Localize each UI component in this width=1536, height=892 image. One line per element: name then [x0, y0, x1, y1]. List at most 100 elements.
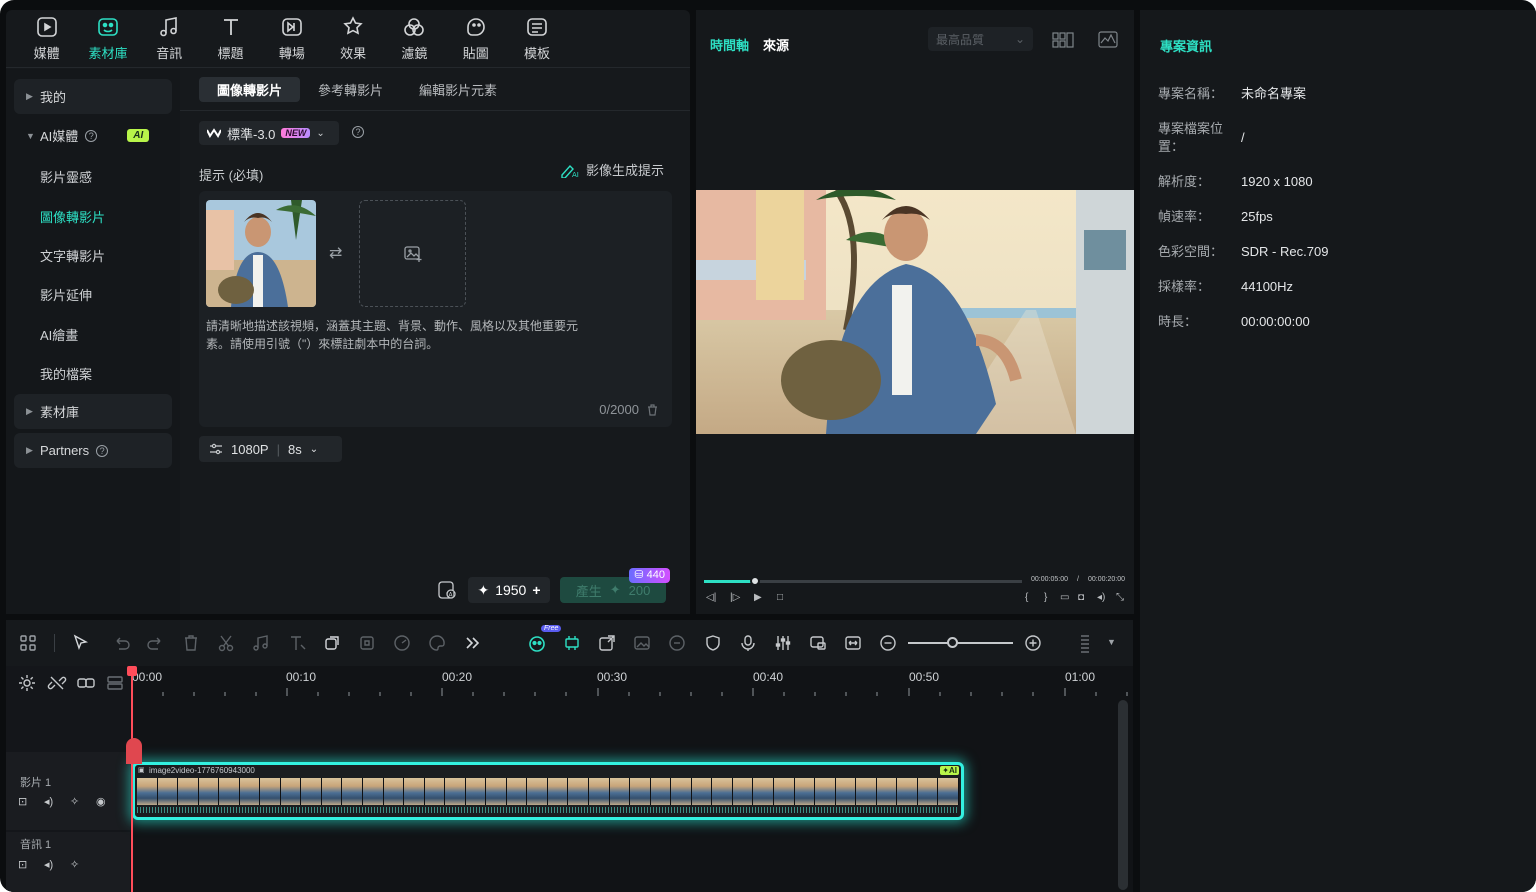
sidebar-sub-my-files[interactable]: 我的檔案 — [40, 364, 92, 383]
unlink-icon[interactable] — [46, 672, 68, 694]
export-frame-icon[interactable] — [596, 632, 618, 654]
prompt-input-box[interactable]: ⇄ 請清晰地描述該視頻，涵蓋其主題、背景、動作、風格以及其他重要元素。請使用引號… — [199, 191, 672, 427]
auto-reframe-icon[interactable] — [561, 632, 583, 654]
delete-icon[interactable] — [180, 632, 202, 654]
playhead-knob[interactable] — [750, 576, 760, 586]
tab-source-preview[interactable]: 來源 — [763, 35, 789, 54]
sidebar-item-stock[interactable]: ▶ 素材庫 — [14, 394, 172, 429]
undo-icon[interactable] — [110, 632, 132, 654]
playhead-handle[interactable] — [127, 666, 137, 676]
picture-in-picture-icon[interactable] — [807, 632, 829, 654]
play-icon[interactable]: ▶ — [754, 592, 762, 603]
fit-timeline-icon[interactable] — [842, 632, 864, 654]
magic-wand-icon[interactable]: ✧ — [70, 795, 79, 808]
marker-handle[interactable] — [126, 738, 142, 764]
tab-edit-video-elements[interactable]: 編輯影片元素 — [401, 77, 515, 102]
settings-icon[interactable] — [16, 672, 38, 694]
audio-mixer-icon[interactable] — [772, 632, 794, 654]
playhead-line[interactable] — [131, 666, 133, 892]
sidebar-sub-image-to-video[interactable]: 圖像轉影片 — [40, 207, 105, 226]
magic-wand-icon[interactable]: ✧ — [70, 858, 79, 871]
tab-image-to-video[interactable]: 圖像轉影片 — [199, 77, 301, 102]
resolution-duration-select[interactable]: 1080P | 8s ⌄ — [199, 436, 342, 462]
lock-icon[interactable]: ⊡ — [18, 858, 27, 871]
help-icon[interactable]: ? — [96, 444, 109, 457]
sidebar-sub-ai-painting[interactable]: AI繪畫 — [40, 325, 78, 344]
image-generation-prompt-button[interactable]: AI 影像生成提示 — [560, 160, 664, 179]
time-ruler[interactable]: 00:00 00:10 00:20 00:30 00:40 00:50 01:0… — [130, 666, 1130, 696]
swap-icon[interactable]: ⇄ — [329, 243, 342, 263]
tab-templates[interactable]: 模板 — [506, 10, 567, 67]
grid-view-icon[interactable] — [1052, 32, 1074, 48]
sidebar-sub-text-to-video[interactable]: 文字轉影片 — [40, 246, 105, 265]
tab-reference-to-video[interactable]: 參考轉影片 — [300, 77, 401, 102]
crop-icon[interactable] — [321, 632, 343, 654]
microphone-icon[interactable] — [737, 632, 759, 654]
lock-icon[interactable]: ⊡ — [18, 795, 27, 808]
tab-stock-library[interactable]: 素材庫 — [77, 10, 138, 67]
shield-icon[interactable] — [702, 632, 724, 654]
tab-audio[interactable]: 音訊 — [139, 10, 200, 67]
tab-filters[interactable]: 濾鏡 — [384, 10, 445, 67]
vertical-scrollbar[interactable] — [1118, 700, 1128, 890]
tab-titles[interactable]: 標題 — [200, 10, 261, 67]
zoom-in-icon[interactable] — [1022, 632, 1044, 654]
eye-icon[interactable]: ◉ — [96, 795, 106, 808]
tab-stickers[interactable]: 貼圖 — [445, 10, 506, 67]
trash-icon[interactable] — [647, 403, 658, 416]
ai-copilot-icon[interactable] — [526, 632, 548, 654]
tab-timeline-preview[interactable]: 時間軸 — [710, 35, 749, 54]
fullscreen-icon[interactable]: ⤡ — [1116, 592, 1124, 603]
zoom-out-icon[interactable] — [877, 632, 899, 654]
select-tool-icon[interactable] — [70, 632, 92, 654]
ai-image-icon[interactable] — [631, 632, 653, 654]
track-manager-icon[interactable] — [104, 672, 126, 694]
credits-button[interactable]: ✦ 1950 + — [468, 577, 550, 603]
speed-icon[interactable] — [391, 632, 413, 654]
stabilize-icon[interactable] — [666, 632, 688, 654]
help-icon[interactable]: ? — [352, 126, 364, 138]
sidebar-item-partners[interactable]: ▶ Partners ? — [14, 433, 172, 468]
sidebar-item-mine[interactable]: ▶ 我的 — [14, 79, 172, 114]
preview-frame[interactable] — [696, 187, 1134, 434]
source-image-thumbnail[interactable] — [206, 200, 316, 307]
quality-select[interactable]: 最高品質 ⌄ — [928, 27, 1033, 51]
link-icon[interactable] — [75, 672, 97, 694]
next-frame-icon[interactable]: |▷ — [730, 592, 740, 603]
layout-icon[interactable] — [17, 632, 39, 654]
text-edit-icon[interactable] — [286, 632, 308, 654]
volume-icon[interactable]: ◂) — [44, 795, 53, 808]
tab-effects[interactable]: 效果 — [322, 10, 383, 67]
snapshot-icon[interactable]: ◘ — [1078, 592, 1084, 603]
audio-edit-icon[interactable] — [250, 632, 272, 654]
add-end-frame-dropzone[interactable] — [359, 200, 466, 307]
sidebar-item-ai-media[interactable]: ▼ AI媒體 ? AI — [14, 118, 172, 153]
model-select[interactable]: 標準-3.0 NEW ⌄ — [199, 121, 339, 145]
tab-transitions[interactable]: 轉場 — [261, 10, 322, 67]
more-tools-icon[interactable] — [461, 632, 483, 654]
zoom-slider[interactable] — [908, 642, 1013, 644]
zoom-slider-knob[interactable] — [947, 637, 958, 648]
tab-media[interactable]: 媒體 — [16, 10, 77, 67]
display-icon[interactable]: ▭ — [1060, 592, 1069, 603]
scope-icon[interactable] — [1098, 31, 1118, 48]
track-height-icon[interactable] — [1074, 632, 1096, 654]
help-icon[interactable]: ? — [85, 129, 98, 142]
sidebar-sub-video-inspiration[interactable]: 影片靈感 — [40, 167, 92, 186]
cut-icon[interactable] — [215, 632, 237, 654]
previous-frame-icon[interactable]: ◁| — [706, 592, 716, 603]
timeline-toolbar: Free ▼ — [6, 620, 1133, 666]
chevron-down-icon[interactable]: ▼ — [1107, 637, 1116, 647]
video-clip[interactable]: ▣ image2video-1776760943000 ✦AI — [132, 762, 964, 820]
redo-icon[interactable] — [145, 632, 167, 654]
volume-icon[interactable]: ◂) — [1097, 592, 1105, 603]
mark-in-icon[interactable]: { — [1025, 592, 1028, 603]
generate-button[interactable]: 產生 ✦ 200 ⛁ 440 — [560, 568, 670, 603]
stop-icon[interactable]: □ — [777, 592, 783, 603]
color-icon[interactable] — [426, 632, 448, 654]
volume-icon[interactable]: ◂) — [44, 858, 53, 871]
freeze-frame-icon[interactable] — [356, 632, 378, 654]
sidebar-sub-video-extend[interactable]: 影片延伸 — [40, 285, 92, 304]
ai-settings-icon[interactable]: AI — [436, 579, 458, 601]
mark-out-icon[interactable]: } — [1044, 592, 1047, 603]
